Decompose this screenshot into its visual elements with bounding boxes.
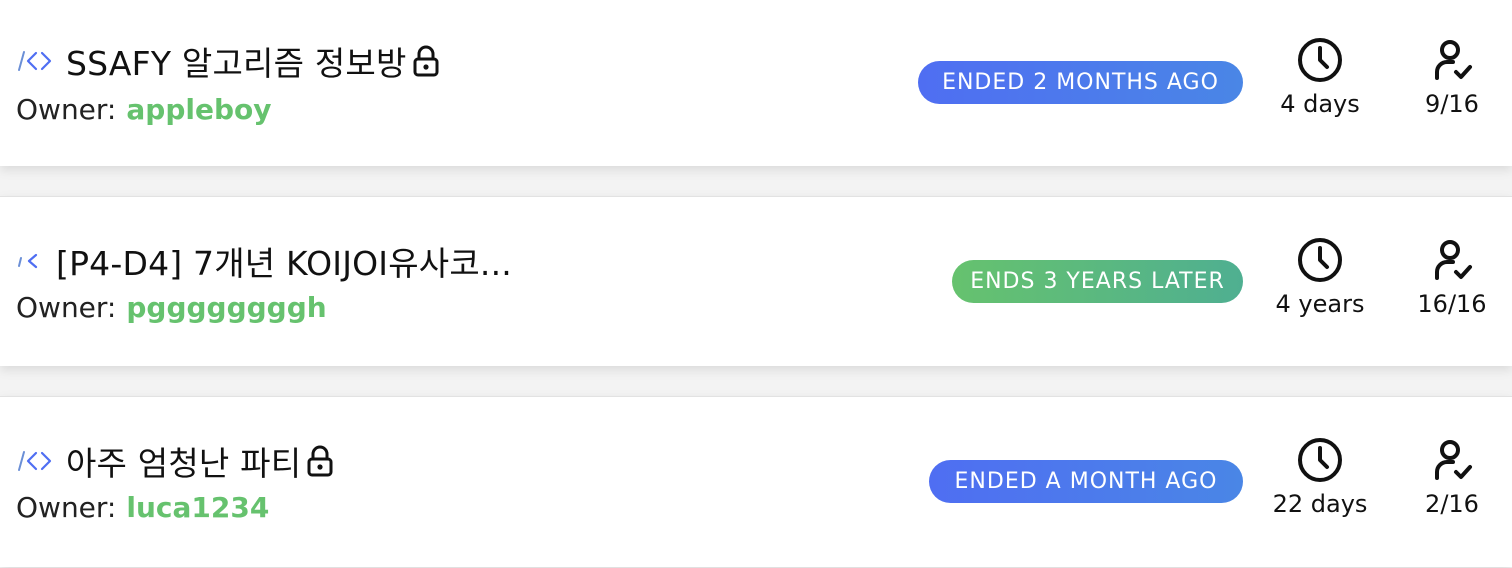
owner-name[interactable]: pggggggggh [126, 291, 326, 324]
owner-row: Owner: pggggggggh [16, 291, 327, 327]
owner-label: Owner: [16, 93, 117, 126]
clock-icon [1298, 38, 1342, 82]
room-card[interactable]: [P4-D4] 7개년 KOIJOI유사코... Owner: pggggggg… [0, 196, 1512, 366]
user-check-icon [1435, 40, 1472, 80]
duration-stat: 22 days [1260, 436, 1380, 518]
status-badge: ENDS 3 YEARS LATER [952, 260, 1243, 303]
room-card[interactable]: SSAFY 알고리즘 정보방 Owner: appleboy ENDED 2 M… [0, 0, 1512, 166]
status-badge: ENDED 2 MONTHS AGO [918, 61, 1243, 104]
room-title[interactable]: SSAFY 알고리즘 정보방 [66, 37, 407, 85]
room-title[interactable]: [P4-D4] 7개년 KOIJOI유사코... [56, 237, 512, 285]
duration-value: 4 days [1280, 90, 1360, 118]
user-check-icon [1435, 240, 1472, 280]
room-title[interactable]: 아주 엄청난 파티 [66, 437, 301, 485]
clock-icon [1298, 438, 1342, 482]
clock-icon [1298, 238, 1342, 282]
code-icon [18, 451, 52, 471]
duration-stat: 4 years [1260, 236, 1380, 318]
participants-value: 9/16 [1425, 90, 1479, 118]
participants-stat: 2/16 [1392, 436, 1512, 518]
owner-name[interactable]: appleboy [126, 93, 271, 126]
participants-stat: 9/16 [1392, 36, 1512, 118]
duration-value: 4 years [1275, 290, 1365, 318]
status-badge: ENDED A MONTH AGO [929, 460, 1243, 503]
owner-label: Owner: [16, 491, 117, 524]
duration-stat: 4 days [1260, 36, 1380, 118]
participants-value: 16/16 [1417, 290, 1487, 318]
owner-label: Owner: [16, 291, 117, 324]
participants-stat: 16/16 [1392, 236, 1512, 318]
room-card[interactable]: 아주 엄청난 파티 Owner: luca1234 ENDED A MONTH … [0, 396, 1512, 567]
room-list: SSAFY 알고리즘 정보방 Owner: appleboy ENDED 2 M… [0, 0, 1512, 568]
room-title-row: 아주 엄청난 파티 [16, 437, 335, 485]
owner-name[interactable]: luca1234 [126, 491, 269, 524]
owner-row: Owner: luca1234 [16, 491, 269, 527]
owner-row: Owner: appleboy [16, 93, 271, 129]
user-check-icon [1435, 440, 1472, 480]
code-icon [18, 253, 38, 269]
room-title-row: [P4-D4] 7개년 KOIJOI유사코... [16, 237, 512, 285]
code-icon [18, 51, 52, 71]
lock-icon [413, 45, 439, 77]
duration-value: 22 days [1272, 490, 1368, 518]
room-title-row: SSAFY 알고리즘 정보방 [16, 37, 441, 85]
lock-icon [307, 445, 333, 477]
participants-value: 2/16 [1425, 490, 1479, 518]
